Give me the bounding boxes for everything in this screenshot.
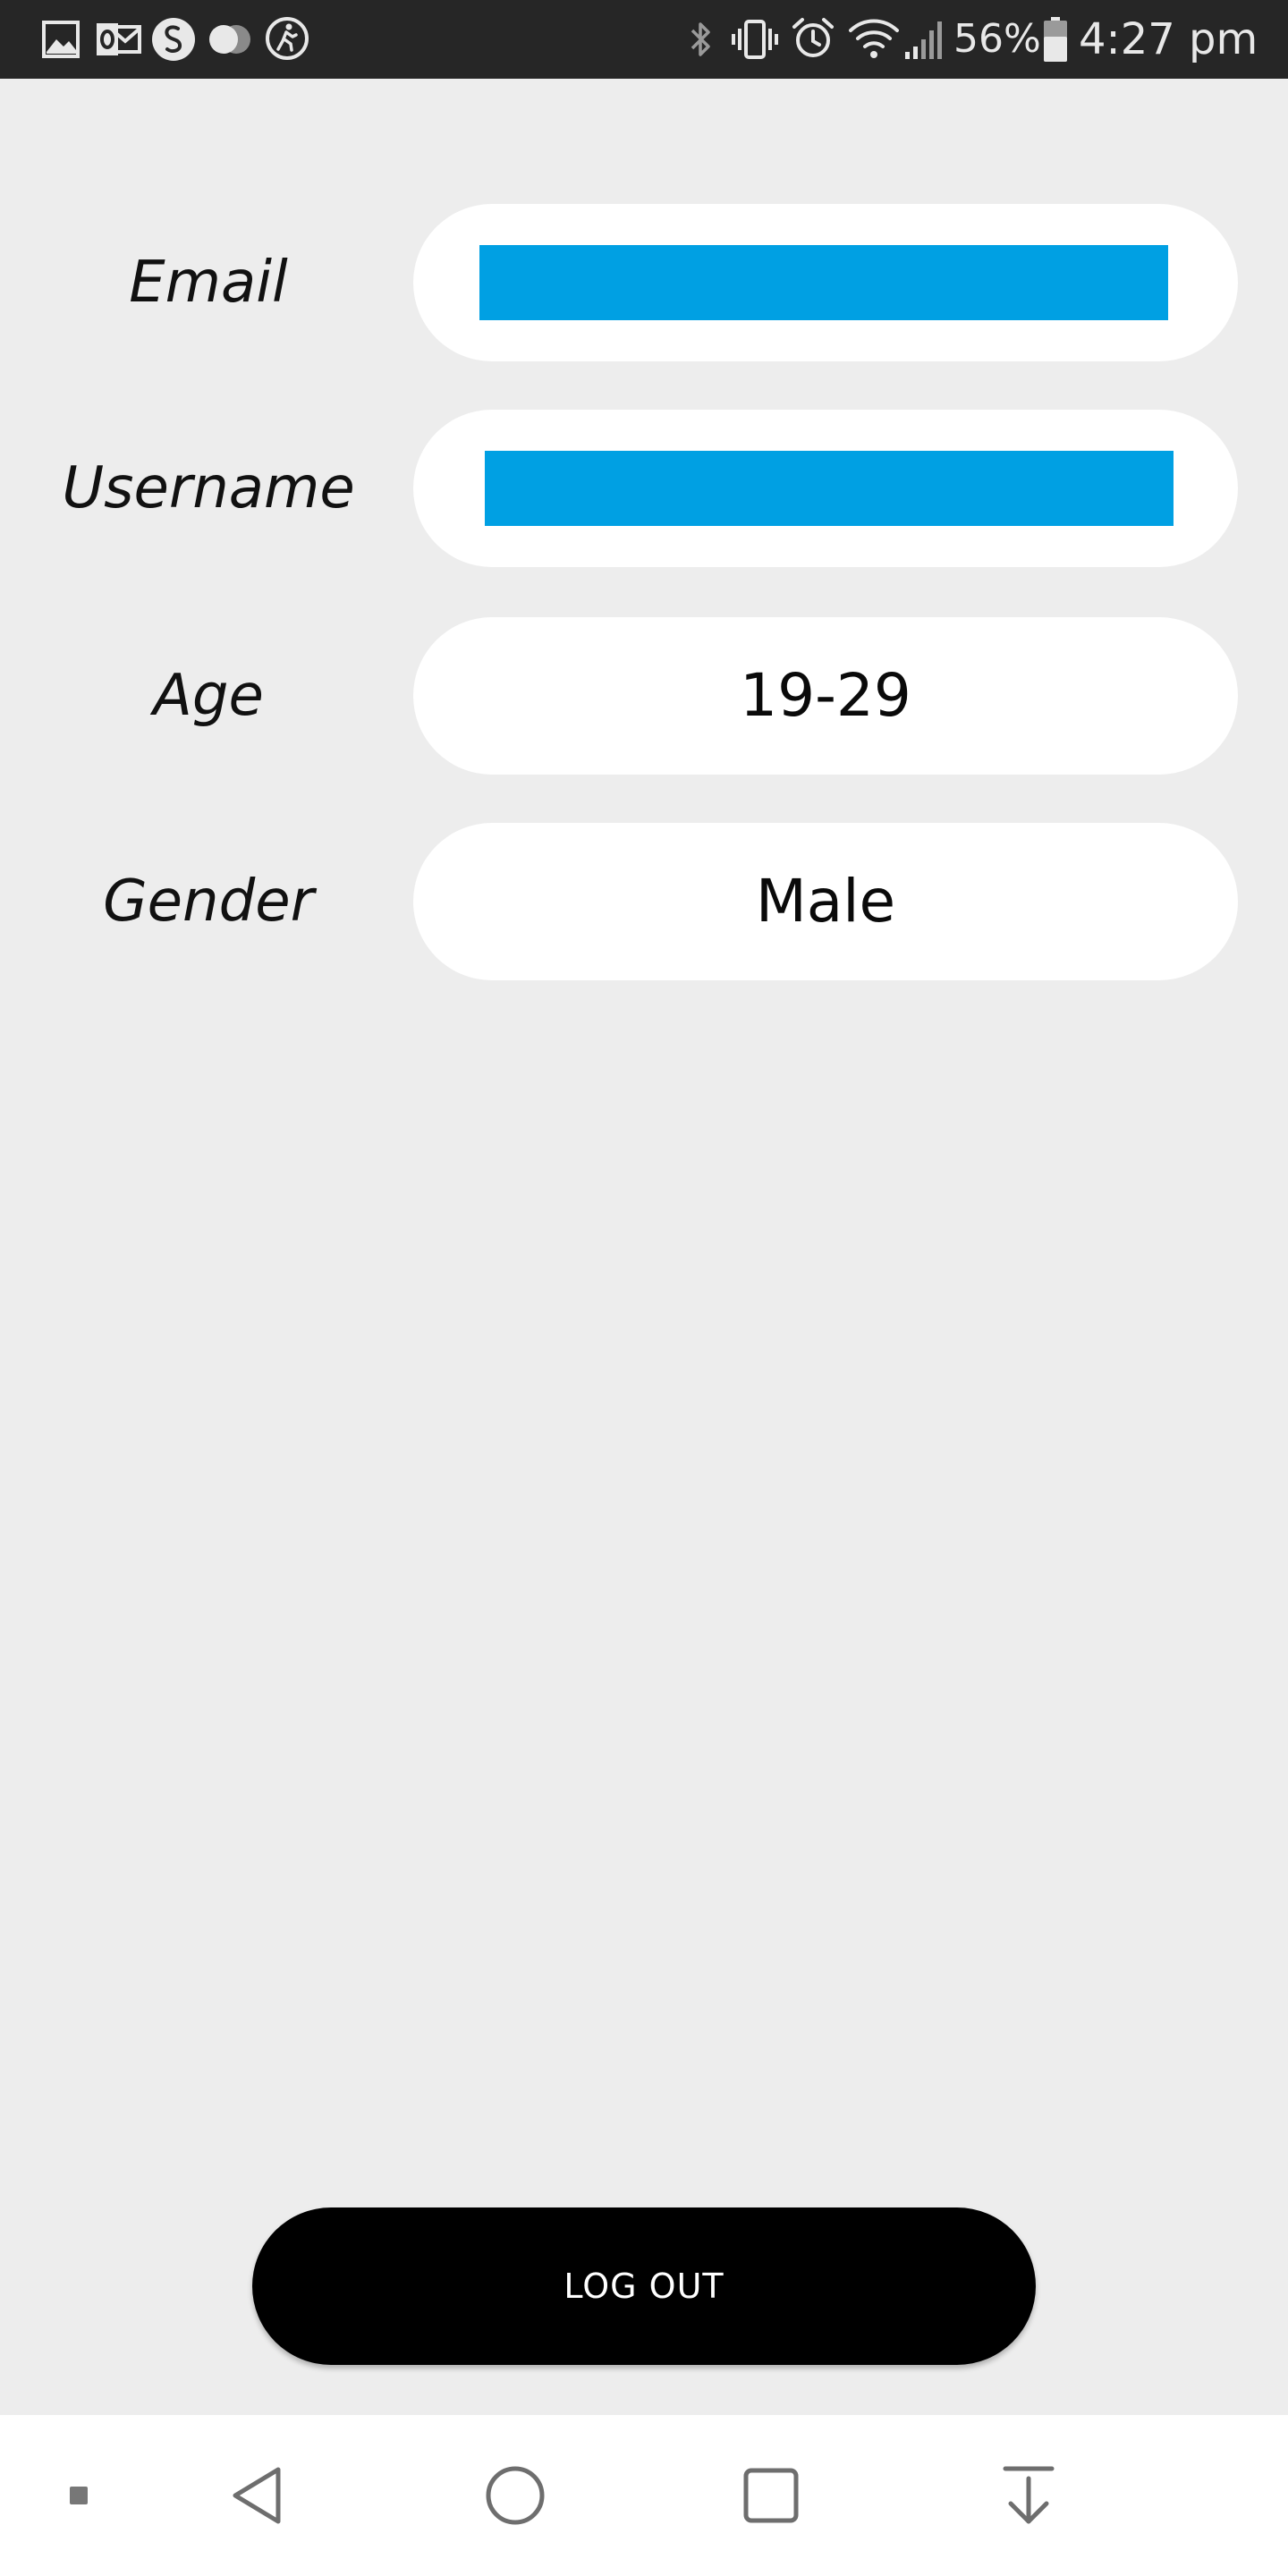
gender-label: Gender [103,869,314,935]
recents-icon [743,2468,799,2523]
back-button[interactable] [186,2415,329,2576]
clock-time: 4:27 pm [1079,14,1258,64]
fitness-icon [266,17,309,60]
signal-icon [905,21,942,59]
recents-button[interactable] [699,2415,843,2576]
nav-dot-button[interactable] [7,2415,150,2576]
toggle-icon [209,25,250,54]
shazam-icon [152,18,195,61]
alarm-icon [792,18,834,57]
home-button[interactable] [444,2415,587,2576]
back-icon [233,2467,281,2524]
email-field[interactable] [413,204,1238,361]
gender-value: Male [755,867,896,936]
email-label: Email [129,250,288,316]
username-redacted-value [485,451,1174,526]
email-redacted-value [479,245,1168,320]
navigation-bar [0,2415,1288,2576]
gender-row: Gender Male [0,823,1288,980]
download-icon [1003,2466,1055,2524]
battery-icon [1044,17,1067,62]
bluetooth-icon [691,22,710,56]
outlook-icon [97,23,141,55]
home-icon [486,2466,545,2525]
vibrate-icon [732,20,778,59]
age-value: 19-29 [740,661,911,730]
gender-field[interactable]: Male [413,823,1238,980]
dot-icon [70,2487,88,2504]
logout-button[interactable]: LOG OUT [252,2207,1036,2365]
gallery-icon [42,21,80,58]
age-row: Age 19-29 [0,617,1288,775]
battery-percent: 56% [953,16,1041,62]
wifi-icon [849,19,899,58]
email-row: Email [0,204,1288,361]
download-button[interactable] [957,2415,1100,2576]
age-field[interactable]: 19-29 [413,617,1238,775]
username-row: Username [0,410,1288,567]
username-field[interactable] [413,410,1238,567]
age-label: Age [153,663,264,729]
status-bar: 56% 4:27 pm [0,0,1288,79]
username-label: Username [62,455,355,521]
